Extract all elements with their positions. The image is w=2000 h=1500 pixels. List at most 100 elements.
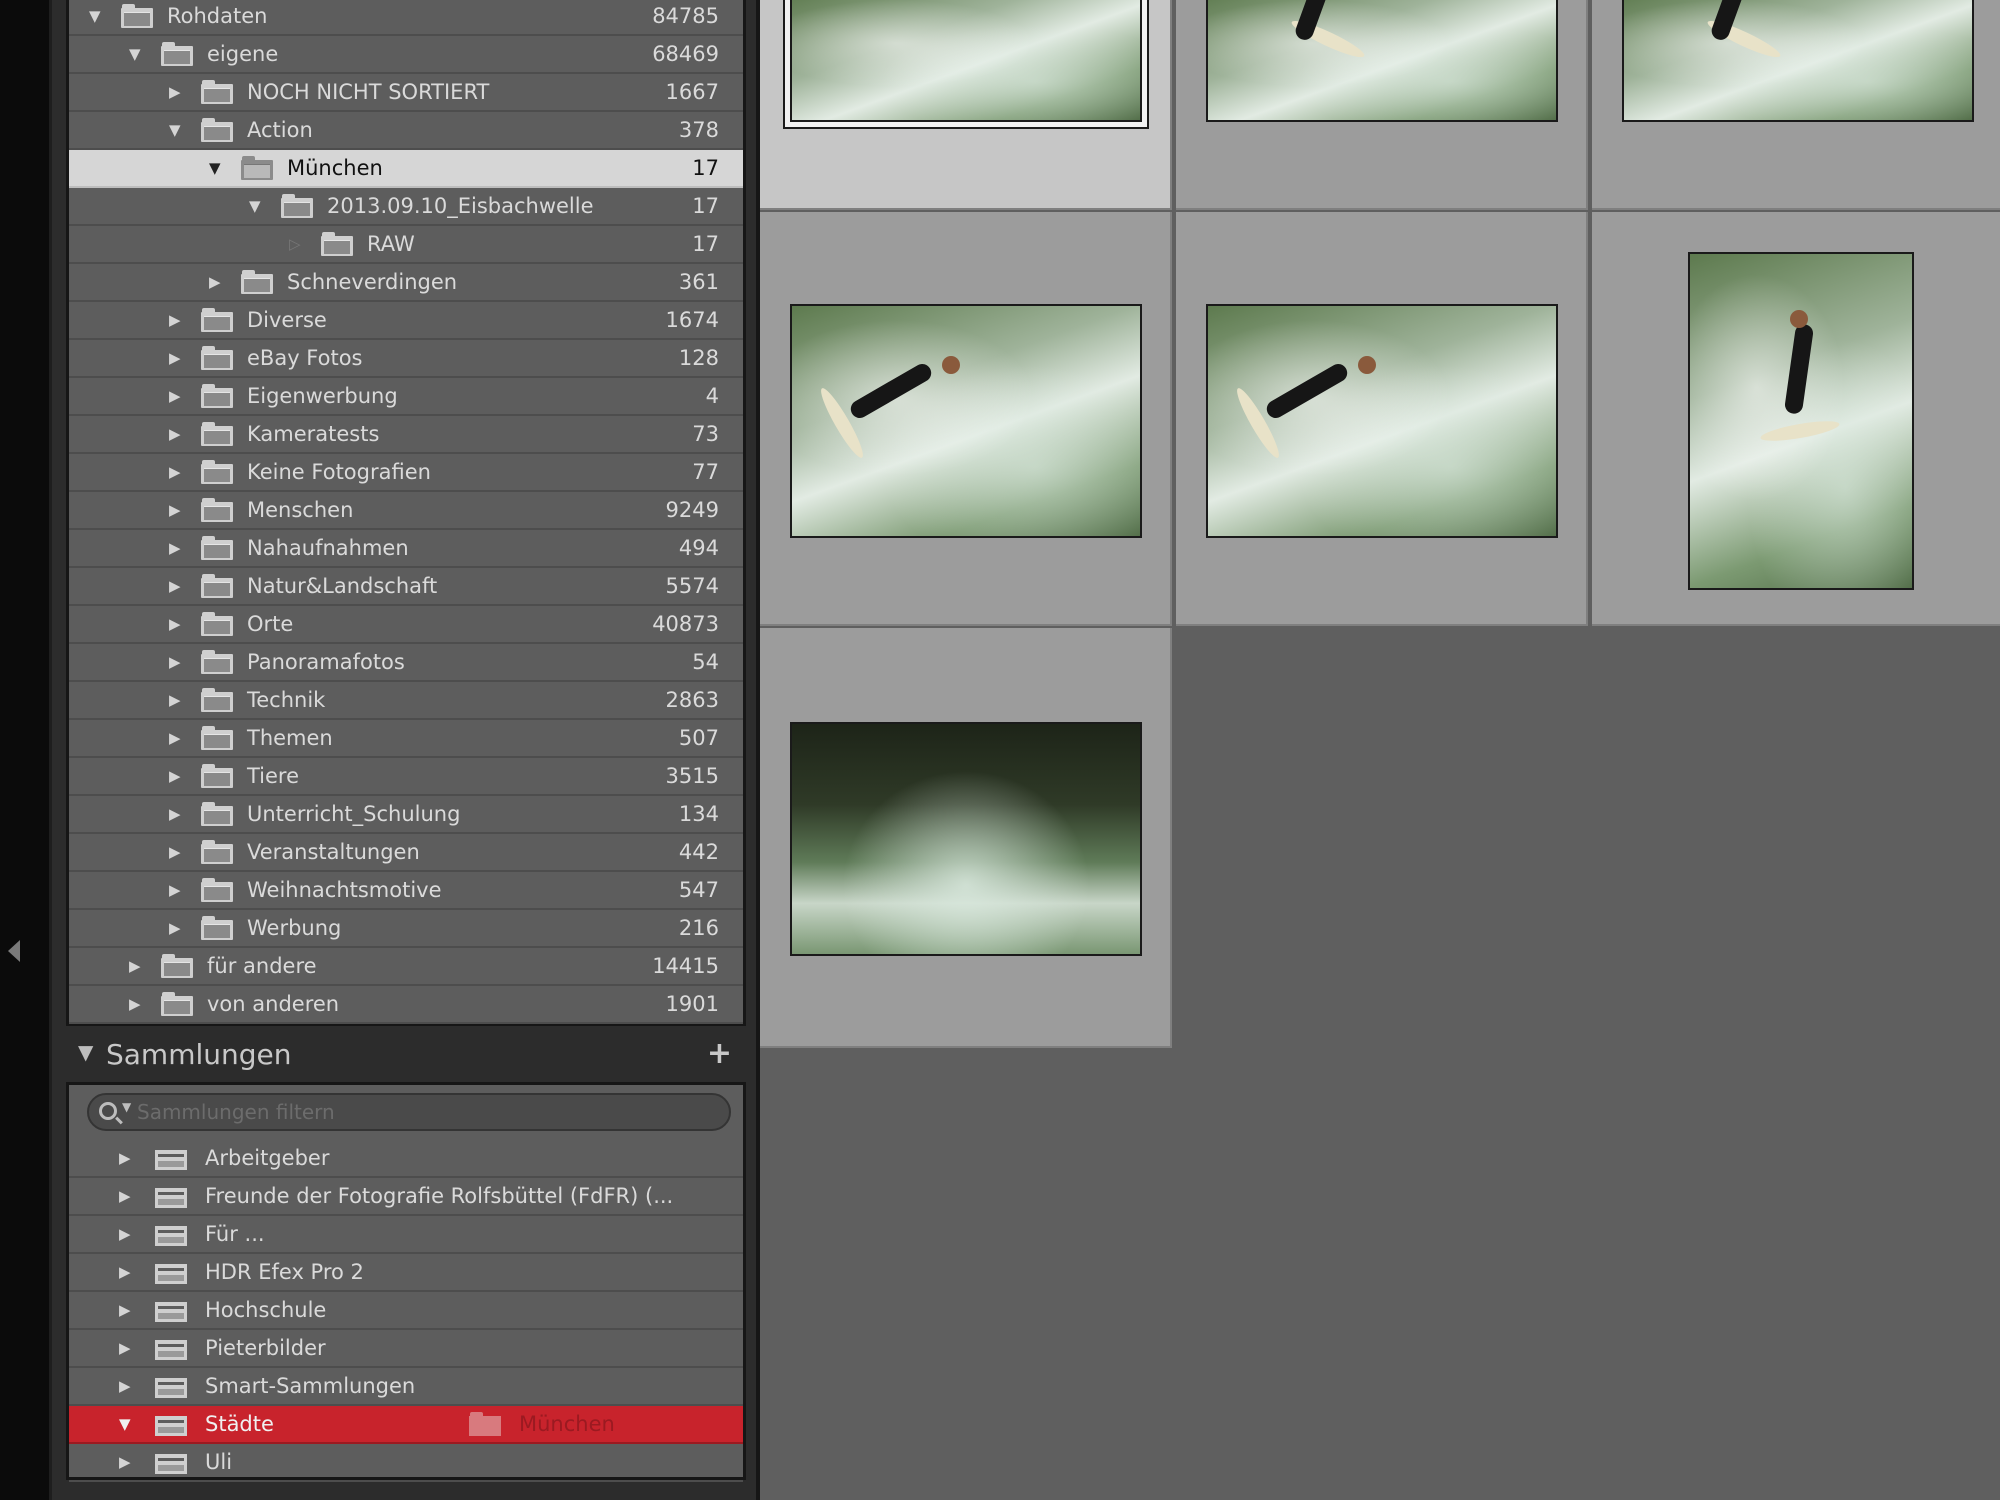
- folder-row[interactable]: ▼ Rohdaten 84785: [69, 0, 743, 36]
- expand-triangle-right-icon[interactable]: ▶: [169, 758, 181, 794]
- expand-triangle-right-icon[interactable]: ▶: [119, 1178, 131, 1214]
- expand-triangle-down-icon[interactable]: ▼: [209, 150, 221, 186]
- photo-grid-cell[interactable]: [1592, 212, 2000, 626]
- expand-triangle-right-icon[interactable]: ▶: [169, 530, 181, 566]
- folder-row[interactable]: ▷ RAW 17: [69, 226, 743, 264]
- photo-grid-cell[interactable]: [1176, 212, 1588, 626]
- panel-toggle-chevron-left-icon[interactable]: [8, 940, 20, 962]
- expand-triangle-right-icon[interactable]: ▶: [169, 454, 181, 490]
- folder-row[interactable]: ▶ Technik 2863: [69, 682, 743, 720]
- folder-row[interactable]: ▶ Themen 507: [69, 720, 743, 758]
- photo-thumbnail[interactable]: [1206, 0, 1558, 122]
- expand-triangle-right-icon[interactable]: ▷: [289, 226, 301, 262]
- folder-row[interactable]: ▼ Action 378: [69, 112, 743, 150]
- photo-grid-cell[interactable]: [760, 0, 1172, 210]
- photo-grid-cell[interactable]: [760, 628, 1172, 1048]
- expand-triangle-right-icon[interactable]: ▶: [169, 834, 181, 870]
- collection-set-row[interactable]: ▶ Uli: [69, 1444, 743, 1482]
- expand-triangle-right-icon[interactable]: ▶: [129, 948, 141, 984]
- expand-triangle-down-icon[interactable]: ▼: [249, 188, 261, 224]
- collections-search-input[interactable]: [137, 1097, 697, 1127]
- photo-thumbnail[interactable]: [790, 0, 1142, 122]
- folder-row[interactable]: ▶ Panoramafotos 54: [69, 644, 743, 682]
- collection-set-row[interactable]: ▶ HDR Efex Pro 2: [69, 1254, 743, 1292]
- expand-triangle-right-icon[interactable]: ▶: [169, 644, 181, 680]
- folder-row[interactable]: ▶ Menschen 9249: [69, 492, 743, 530]
- expand-triangle-right-icon[interactable]: ▶: [209, 264, 221, 300]
- expand-triangle-right-icon[interactable]: ▶: [169, 416, 181, 452]
- expand-triangle-right-icon[interactable]: ▶: [129, 986, 141, 1022]
- expand-triangle-right-icon[interactable]: ▶: [169, 720, 181, 756]
- expand-triangle-right-icon[interactable]: ▶: [119, 1254, 131, 1290]
- folder-row[interactable]: ▶ NOCH NICHT SORTIERT 1667: [69, 74, 743, 112]
- folder-row[interactable]: ▶ Weihnachtsmotive 547: [69, 872, 743, 910]
- folder-row[interactable]: ▶ Diverse 1674: [69, 302, 743, 340]
- folder-icon: [201, 384, 233, 408]
- expand-triangle-right-icon[interactable]: ▶: [119, 1140, 131, 1176]
- collections-search-field[interactable]: ▼: [87, 1093, 731, 1131]
- folder-icon: [321, 232, 353, 256]
- expand-triangle-right-icon[interactable]: ▶: [169, 606, 181, 642]
- add-collection-plus-icon[interactable]: +: [707, 1036, 732, 1071]
- expand-triangle-right-icon[interactable]: ▶: [119, 1216, 131, 1252]
- folder-row[interactable]: ▶ Schneverdingen 361: [69, 264, 743, 302]
- expand-triangle-right-icon[interactable]: ▶: [169, 910, 181, 946]
- search-dropdown-caret-icon[interactable]: ▼: [122, 1100, 131, 1114]
- photo-thumbnail[interactable]: [790, 722, 1142, 956]
- collection-set-row[interactable]: ▶ Arbeitgeber: [69, 1140, 743, 1178]
- photo-grid-cell[interactable]: [1176, 0, 1588, 210]
- photo-thumbnail[interactable]: [790, 304, 1142, 538]
- photo-thumbnail[interactable]: [1622, 0, 1974, 122]
- expand-triangle-right-icon[interactable]: ▶: [169, 302, 181, 338]
- folder-icon: [241, 156, 273, 180]
- collection-set-row[interactable]: ▶ Pieterbilder: [69, 1330, 743, 1368]
- folder-row[interactable]: ▶ Nahaufnahmen 494: [69, 530, 743, 568]
- photo-grid-cell[interactable]: [1592, 0, 2000, 210]
- expand-triangle-right-icon[interactable]: ▶: [169, 872, 181, 908]
- folder-row[interactable]: ▼ eigene 68469: [69, 36, 743, 74]
- collection-set-row[interactable]: ▶ Für ...: [69, 1216, 743, 1254]
- folder-row[interactable]: ▶ Orte 40873: [69, 606, 743, 644]
- expand-triangle-right-icon[interactable]: ▶: [169, 796, 181, 832]
- collections-header[interactable]: ▼ Sammlungen +: [66, 1028, 746, 1084]
- folder-row[interactable]: ▶ Kameratests 73: [69, 416, 743, 454]
- folder-row[interactable]: ▶ Unterricht_Schulung 134: [69, 796, 743, 834]
- folder-row[interactable]: ▶ Werbung 216: [69, 910, 743, 948]
- folder-row[interactable]: ▼ München 17: [69, 150, 743, 188]
- photo-grid-cell[interactable]: [760, 212, 1172, 626]
- expand-triangle-right-icon[interactable]: ▶: [119, 1444, 131, 1480]
- folder-row[interactable]: ▶ Natur&Landschaft 5574: [69, 568, 743, 606]
- collection-set-row[interactable]: ▼ Städte München: [69, 1406, 743, 1444]
- expand-triangle-right-icon[interactable]: ▶: [169, 340, 181, 376]
- expand-triangle-right-icon[interactable]: ▶: [169, 74, 181, 110]
- collection-set-label: Pieterbilder: [205, 1336, 326, 1360]
- expand-triangle-right-icon[interactable]: ▶: [119, 1330, 131, 1366]
- expand-triangle-right-icon[interactable]: ▶: [169, 568, 181, 604]
- folder-row[interactable]: ▶ Tiere 3515: [69, 758, 743, 796]
- folder-row[interactable]: ▶ für andere 14415: [69, 948, 743, 986]
- photo-thumbnail[interactable]: [1206, 304, 1558, 538]
- folder-row[interactable]: ▶ von anderen 1901: [69, 986, 743, 1024]
- folder-row[interactable]: ▶ eBay Fotos 128: [69, 340, 743, 378]
- expand-triangle-down-icon[interactable]: ▼: [169, 112, 181, 148]
- folder-row[interactable]: ▼ 2013.09.10_Eisbachwelle 17: [69, 188, 743, 226]
- collection-set-icon: [155, 1340, 187, 1360]
- drag-target-folder-icon: [469, 1412, 501, 1436]
- folder-row[interactable]: ▶ Veranstaltungen 442: [69, 834, 743, 872]
- collection-set-row[interactable]: ▶ Freunde der Fotografie Rolfsbüttel (FdF…: [69, 1178, 743, 1216]
- expand-triangle-down-icon[interactable]: ▼: [89, 0, 101, 34]
- expand-triangle-right-icon[interactable]: ▶: [169, 492, 181, 528]
- photo-thumbnail[interactable]: [1688, 252, 1914, 590]
- expand-triangle-right-icon[interactable]: ▶: [169, 378, 181, 414]
- collection-set-row[interactable]: ▶ Hochschule: [69, 1292, 743, 1330]
- collections-collapse-triangle-icon[interactable]: ▼: [78, 1040, 93, 1064]
- expand-triangle-down-icon[interactable]: ▼: [129, 36, 141, 72]
- expand-triangle-down-icon[interactable]: ▼: [119, 1406, 131, 1442]
- folder-icon: [161, 42, 193, 66]
- collection-set-row[interactable]: ▶ Smart-Sammlungen: [69, 1368, 743, 1406]
- expand-triangle-right-icon[interactable]: ▶: [169, 682, 181, 718]
- expand-triangle-right-icon[interactable]: ▶: [119, 1292, 131, 1328]
- folder-row[interactable]: ▶ Keine Fotografien 77: [69, 454, 743, 492]
- expand-triangle-right-icon[interactable]: ▶: [119, 1368, 131, 1404]
- folder-row[interactable]: ▶ Eigenwerbung 4: [69, 378, 743, 416]
